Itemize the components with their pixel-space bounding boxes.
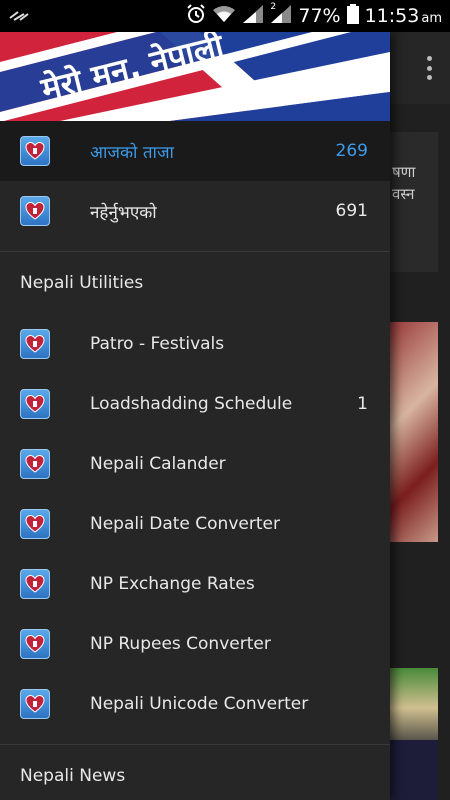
drawer-item-label: Patro - Festivals bbox=[90, 334, 225, 354]
clock-ampm: am bbox=[421, 11, 442, 26]
clock-time: 11:53 bbox=[364, 5, 420, 27]
app-heart-icon bbox=[20, 136, 50, 166]
battery-percent: 77% bbox=[298, 5, 341, 27]
section-title-news: Nepali News bbox=[20, 766, 126, 786]
drawer-item-label: Nepali Date Converter bbox=[90, 514, 280, 534]
screen: 2 77% 11:53 am षणा वस्न मेरो मन, नेपाली … bbox=[0, 0, 450, 800]
app-heart-icon bbox=[20, 329, 50, 359]
drawer-item-count: 1 bbox=[357, 394, 368, 414]
alarm-icon bbox=[186, 3, 206, 29]
wifi-icon bbox=[212, 5, 236, 28]
drawer-item-label: नहेर्नुभएको bbox=[90, 202, 157, 223]
background-image bbox=[390, 740, 438, 800]
battery-icon bbox=[346, 3, 359, 29]
overflow-menu-icon[interactable] bbox=[426, 56, 432, 80]
drawer-item-latest[interactable]: आजको ताजा 269 bbox=[0, 121, 390, 181]
drawer-item-unread[interactable]: नहेर्नुभएको 691 bbox=[0, 181, 390, 241]
notification-icon bbox=[8, 7, 30, 26]
background-image bbox=[390, 668, 438, 748]
section-title-utilities: Nepali Utilities bbox=[20, 273, 144, 293]
background-text: वस्न bbox=[392, 185, 415, 203]
drawer-item-count: 269 bbox=[335, 141, 368, 161]
signal-icon-2: 2 bbox=[270, 1, 292, 29]
drawer-item-loadshedding[interactable]: Loadshadding Schedule 1 bbox=[0, 374, 390, 434]
drawer-item-date-converter[interactable]: Nepali Date Converter bbox=[0, 494, 390, 554]
app-heart-icon bbox=[20, 449, 50, 479]
signal-icon-1 bbox=[242, 4, 264, 29]
sim-label: 2 bbox=[270, 1, 277, 12]
app-heart-icon bbox=[20, 509, 50, 539]
drawer-item-label: NP Rupees Converter bbox=[90, 634, 271, 654]
app-heart-icon bbox=[20, 629, 50, 659]
status-bar: 2 77% 11:53 am bbox=[0, 0, 450, 32]
drawer-item-exchange-rates[interactable]: NP Exchange Rates bbox=[0, 554, 390, 614]
app-heart-icon bbox=[20, 689, 50, 719]
drawer-item-calendar[interactable]: Nepali Calander bbox=[0, 434, 390, 494]
drawer-item-count: 691 bbox=[335, 201, 368, 221]
drawer-item-unicode-converter[interactable]: Nepali Unicode Converter bbox=[0, 674, 390, 734]
background-text: षणा bbox=[392, 163, 416, 181]
background-image bbox=[390, 322, 438, 542]
drawer-item-label: आजको ताजा bbox=[90, 142, 174, 163]
drawer-item-label: NP Exchange Rates bbox=[90, 574, 255, 594]
drawer-item-label: Nepali Unicode Converter bbox=[90, 694, 309, 714]
drawer-item-label: Nepali Calander bbox=[90, 454, 226, 474]
drawer-item-rupees-converter[interactable]: NP Rupees Converter bbox=[0, 614, 390, 674]
navigation-drawer: मेरो मन, नेपाली आजको ताजा 269 नहेर्नुभएक… bbox=[0, 32, 390, 800]
drawer-item-patro[interactable]: Patro - Festivals bbox=[0, 314, 390, 374]
app-heart-icon bbox=[20, 196, 50, 226]
app-heart-icon bbox=[20, 569, 50, 599]
drawer-header-banner: मेरो मन, नेपाली bbox=[0, 32, 390, 121]
app-heart-icon bbox=[20, 389, 50, 419]
drawer-item-label: Loadshadding Schedule bbox=[90, 394, 293, 414]
